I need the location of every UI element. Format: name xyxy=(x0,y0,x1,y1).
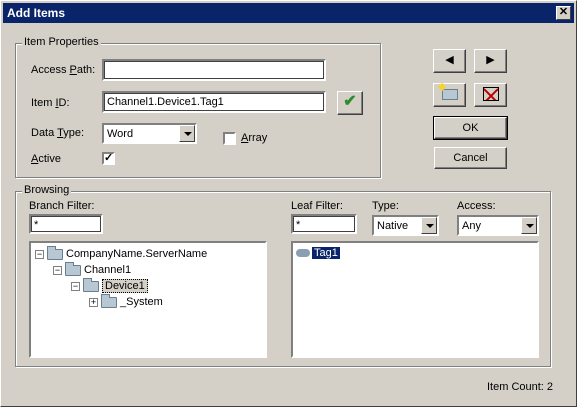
type-label: Type: xyxy=(372,200,399,212)
tree-node-system[interactable]: + _System xyxy=(89,293,163,309)
leaf-filter-label: Leaf Filter: xyxy=(291,200,343,212)
leaf-item-label: Tag1 xyxy=(312,247,340,259)
close-button[interactable]: ✕ xyxy=(556,6,571,20)
tag-icon xyxy=(296,249,310,258)
chevron-down-icon[interactable] xyxy=(521,217,537,234)
item-properties-title: Item Properties xyxy=(22,36,101,48)
chevron-down-icon[interactable] xyxy=(179,125,195,142)
access-label: Access: xyxy=(457,200,496,212)
tree-node-label: CompanyName.ServerName xyxy=(66,248,208,260)
collapse-icon[interactable]: − xyxy=(53,265,62,275)
array-checkbox[interactable] xyxy=(223,132,236,145)
previous-button[interactable]: ◀ xyxy=(433,49,466,73)
access-value: Any xyxy=(462,220,481,232)
type-select[interactable]: Native xyxy=(372,215,439,236)
tree-node-label: Device1 xyxy=(102,279,148,293)
branch-tree[interactable]: − CompanyName.ServerName − Channel1 − Devic… xyxy=(29,241,267,358)
data-type-select[interactable]: Word xyxy=(102,123,197,144)
window-title: Add Items xyxy=(7,6,66,20)
data-type-label: Data Type: xyxy=(31,127,85,139)
new-item-button[interactable] xyxy=(433,82,466,107)
active-checkbox[interactable]: ✓ xyxy=(102,152,115,165)
chevron-down-icon[interactable] xyxy=(421,217,437,234)
item-id-input[interactable]: Channel1.Device1.Tag1 xyxy=(102,91,326,113)
next-button[interactable]: ▶ xyxy=(474,49,507,73)
folder-icon xyxy=(65,261,81,276)
type-value: Native xyxy=(377,220,409,232)
tree-node-device[interactable]: − Device1 xyxy=(71,277,148,293)
add-items-dialog: Add Items ✕ Item Properties Access Path:… xyxy=(0,0,577,407)
access-select[interactable]: Any xyxy=(457,215,539,236)
array-label: Array xyxy=(241,132,268,144)
delete-icon xyxy=(482,87,499,102)
access-path-label: Access Path: xyxy=(31,64,96,76)
arrow-right-icon: ▶ xyxy=(486,54,495,66)
collapse-icon[interactable]: − xyxy=(35,249,44,259)
branch-filter-label: Branch Filter: xyxy=(29,200,95,212)
active-label: Active xyxy=(31,153,61,165)
item-count-status: Item Count: 2 xyxy=(487,381,554,393)
tree-node-label: _System xyxy=(120,296,163,308)
tree-node-channel[interactable]: − Channel1 xyxy=(53,261,132,277)
folder-icon xyxy=(47,245,63,260)
tree-node-server[interactable]: − CompanyName.ServerName xyxy=(35,245,208,261)
new-item-icon xyxy=(437,82,458,100)
leaf-item[interactable]: Tag1 xyxy=(296,246,340,260)
cancel-button[interactable]: Cancel xyxy=(434,147,507,169)
tree-node-label: Channel1 xyxy=(84,264,132,276)
leaf-filter-input[interactable]: * xyxy=(291,214,357,234)
expand-icon[interactable]: + xyxy=(89,297,98,307)
folder-icon xyxy=(101,293,117,308)
item-id-label: Item ID: xyxy=(31,97,70,109)
validate-item-button[interactable]: ✔ xyxy=(337,91,363,115)
collapse-icon[interactable]: − xyxy=(71,281,80,291)
browsing-title: Browsing xyxy=(22,184,72,196)
access-path-input[interactable] xyxy=(102,59,326,81)
delete-item-button[interactable] xyxy=(474,83,507,107)
arrow-left-icon: ◀ xyxy=(445,54,454,66)
title-bar[interactable]: Add Items ✕ xyxy=(3,3,574,23)
folder-icon xyxy=(83,277,99,292)
checkmark-icon: ✔ xyxy=(343,93,357,110)
ok-button[interactable]: OK xyxy=(433,116,508,140)
data-type-value: Word xyxy=(107,128,134,140)
branch-filter-input[interactable]: * xyxy=(29,214,103,234)
leaf-list[interactable]: Tag1 xyxy=(291,241,539,358)
